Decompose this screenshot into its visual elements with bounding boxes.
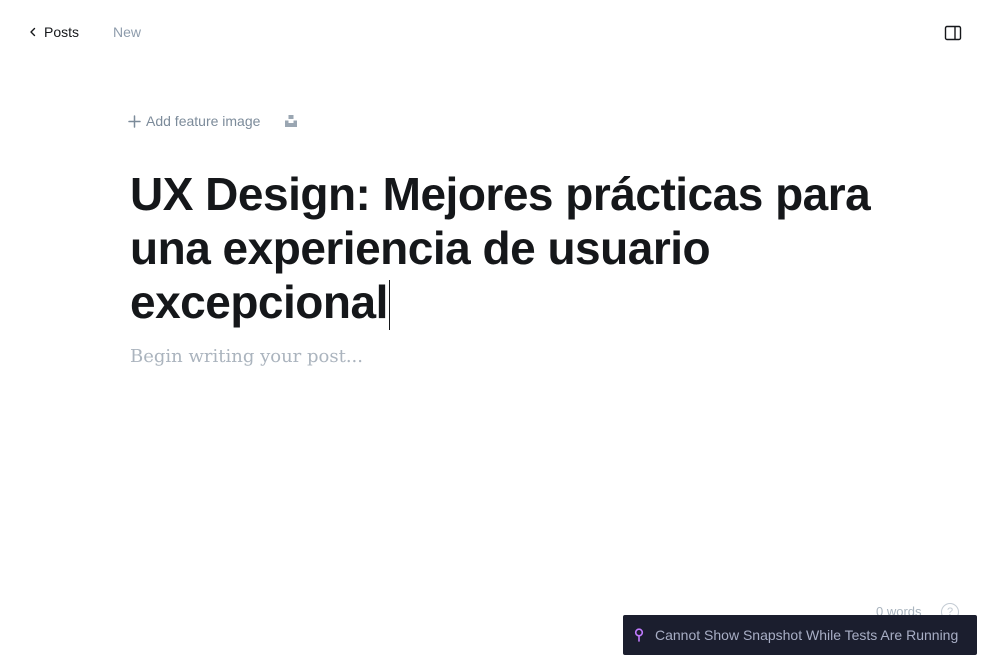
post-body-editor[interactable]: Begin writing your post... bbox=[130, 346, 363, 367]
feature-image-row: Add feature image bbox=[128, 111, 298, 131]
toast-message: Cannot Show Snapshot While Tests Are Run… bbox=[655, 627, 959, 643]
chevron-left-icon bbox=[30, 27, 36, 37]
post-title[interactable]: UX Design: Mejores prácticas para una ex… bbox=[130, 167, 890, 330]
post-status: New bbox=[113, 24, 142, 40]
editor-header: Posts New bbox=[0, 0, 1000, 64]
pin-icon bbox=[634, 628, 644, 642]
add-feature-image-label: Add feature image bbox=[146, 113, 261, 129]
plus-icon bbox=[128, 114, 141, 128]
add-feature-image-button[interactable]: Add feature image bbox=[128, 113, 260, 129]
back-label: Posts bbox=[44, 24, 80, 40]
sidebar-panel-icon[interactable] bbox=[944, 24, 962, 42]
snapshot-toast: Cannot Show Snapshot While Tests Are Run… bbox=[623, 615, 977, 655]
post-title-text: UX Design: Mejores prácticas para una ex… bbox=[130, 168, 871, 328]
unsplash-icon[interactable] bbox=[284, 114, 298, 128]
back-to-posts-link[interactable]: Posts bbox=[28, 22, 79, 42]
text-cursor bbox=[388, 280, 391, 330]
